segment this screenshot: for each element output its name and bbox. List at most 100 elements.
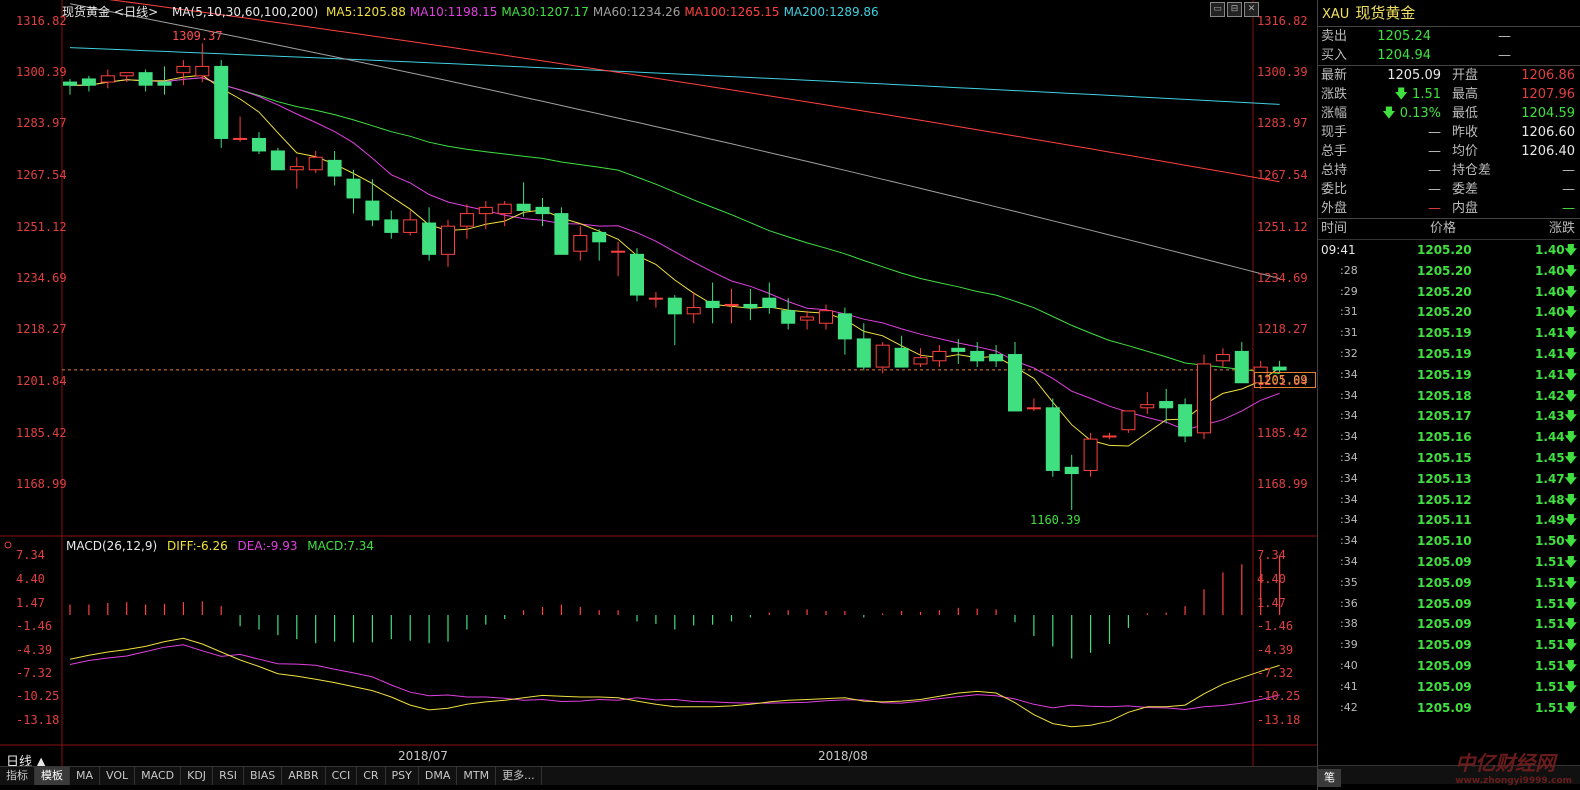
tick-price: 1205.15 — [1417, 450, 1472, 465]
candle-body — [516, 203, 531, 211]
sell-vol: — — [1498, 29, 1511, 44]
tick-price: 1205.09 — [1417, 700, 1472, 715]
tab-7[interactable]: BIAS — [244, 767, 283, 785]
ma100-line — [108, 0, 1280, 183]
tick-row: 09:41 1205.20 1.40🡇 — [1318, 240, 1580, 261]
price-axis-label: 1185.42 — [16, 426, 67, 440]
candle-body — [1178, 404, 1193, 437]
macd-axis-label: -13.18 — [1257, 713, 1301, 727]
tick-change: 1.47🡇 — [1535, 471, 1577, 486]
quote-label: 委比 — [1321, 182, 1348, 197]
macd-axis-label: 1.47 — [1257, 596, 1286, 610]
quote-label: 涨跌 — [1321, 87, 1348, 102]
quote-label: 内盘 — [1452, 201, 1479, 216]
macd-dea: DEA:-9.93 — [237, 539, 298, 553]
candle-body — [81, 78, 96, 86]
tab-9[interactable]: CCI — [326, 767, 358, 785]
minimize-icon[interactable]: ⊟ — [1227, 2, 1242, 17]
period-tag: <日线> — [114, 5, 159, 19]
tab-4[interactable]: MACD — [135, 767, 182, 785]
candle-body — [875, 344, 890, 368]
bid-ask-block: 卖出 1205.24 — 买入 1204.94 — — [1318, 27, 1580, 66]
price-axis-label: 1168.99 — [16, 477, 67, 491]
candle-body — [724, 303, 739, 306]
instrument-name: 现货黄金 — [1355, 4, 1416, 22]
quote-value: — — [1428, 125, 1441, 140]
tick-row: :38 1205.09 1.51🡇 — [1318, 614, 1580, 635]
macd-axis-label: 7.34 — [1257, 548, 1286, 562]
price-axis-label: 1316.82 — [1257, 14, 1308, 28]
quote-row: 总持 — 持仓差 — — [1318, 161, 1580, 180]
candle-body — [1083, 438, 1098, 471]
quote-row: 涨幅 🡇 0.13% 最低 1204.59 — [1318, 104, 1580, 123]
kline-chart-area[interactable]: 现货黄金 <日线> MA(5,10,30,60,100,200) MA5:1205… — [0, 0, 1317, 790]
tick-time: :35 — [1340, 575, 1358, 589]
candle-body — [554, 213, 569, 255]
macd-axis-label: -7.32 — [1257, 666, 1294, 680]
tick-change: 1.51🡇 — [1535, 575, 1577, 590]
price-axis-label: 1168.99 — [1257, 477, 1308, 491]
candle-body — [970, 350, 985, 362]
tab-13[interactable]: MTM — [457, 767, 497, 785]
candle-body — [252, 137, 266, 152]
quote-value: 1206.40 — [1521, 144, 1575, 159]
tick-change: 1.45🡇 — [1535, 450, 1577, 465]
candle-body — [837, 313, 852, 340]
candle-body — [1272, 366, 1287, 371]
tick-row: :34 1205.16 1.44🡇 — [1318, 427, 1580, 448]
tick-change: 1.48🡇 — [1535, 492, 1577, 507]
candle-body — [743, 303, 758, 309]
tick-time: :39 — [1340, 638, 1358, 652]
tick-list[interactable]: 09:41 1205.20 1.40🡇:28 1205.20 1.40🡇:29 1205.… — [1318, 240, 1580, 718]
sell-price: 1205.24 — [1377, 29, 1431, 44]
tab-12[interactable]: DMA — [419, 767, 458, 785]
instrument-title: 现货黄金 — [62, 5, 111, 19]
current-price-tag: 1205.09 — [1254, 372, 1316, 388]
tick-price: 1205.09 — [1417, 575, 1472, 590]
tab-1[interactable]: 模板 — [35, 767, 70, 785]
tab-8[interactable]: ARBR — [282, 767, 326, 785]
price-axis-label: 1316.82 — [16, 14, 67, 28]
tick-tab[interactable]: 笔 — [1318, 769, 1341, 787]
tab-0[interactable]: 指标 — [0, 767, 35, 785]
quote-value: — — [1562, 201, 1575, 216]
tick-row: :41 1205.09 1.51🡇 — [1318, 677, 1580, 698]
candle-body — [781, 310, 796, 324]
tick-price: 1205.09 — [1417, 638, 1472, 653]
price-axis-label: 1251.12 — [1257, 220, 1308, 234]
tick-time: :41 — [1340, 679, 1358, 693]
tick-change: 1.43🡇 — [1535, 409, 1577, 424]
high-annotation: 1309.37 — [172, 29, 223, 43]
tick-change: 1.40🡇 — [1535, 305, 1577, 320]
tick-row: :32 1205.19 1.41🡇 — [1318, 344, 1580, 365]
kline-chart[interactable] — [0, 0, 1317, 790]
candle-body — [1121, 410, 1136, 431]
tab-2[interactable]: MA — [70, 767, 101, 785]
price-axis-label: 1251.12 — [16, 220, 67, 234]
macd-title: MACD(26,12,9) — [66, 539, 158, 553]
tick-price: 1205.16 — [1417, 430, 1472, 445]
tick-change: 1.51🡇 — [1535, 638, 1577, 653]
tab-3[interactable]: VOL — [100, 767, 136, 785]
quote-row: 涨跌 🡇 1.51 最高 1207.96 — [1318, 85, 1580, 104]
candle-body — [667, 297, 682, 315]
candle-body — [195, 65, 210, 77]
tab-10[interactable]: CR — [357, 767, 386, 785]
tick-row: :29 1205.20 1.40🡇 — [1318, 282, 1580, 303]
tab-11[interactable]: PSY — [386, 767, 419, 785]
tab-6[interactable]: RSI — [213, 767, 244, 785]
candle-body — [119, 72, 134, 77]
tick-price: 1205.20 — [1417, 284, 1472, 299]
ma200-line — [69, 47, 1280, 105]
panel-title: XAU 现货黄金 — [1318, 0, 1580, 27]
quote-value: — — [1428, 163, 1441, 178]
tick-change: 1.51🡇 — [1535, 658, 1577, 673]
quote-row: 总手 — 均价 1206.40 — [1318, 142, 1580, 161]
tab-14[interactable]: 更多... — [496, 767, 542, 785]
tick-time: :34 — [1340, 492, 1358, 506]
tick-change: 1.40🡇 — [1535, 263, 1577, 278]
quote-stats: 最新 1205.09 开盘 1206.86 涨跌 🡇 1.51 最高 1207.96 涨幅 🡇 0… — [1318, 66, 1580, 219]
tick-row: :35 1205.09 1.51🡇 — [1318, 573, 1580, 594]
tab-5[interactable]: KDJ — [181, 767, 214, 785]
restore-icon[interactable]: ▭ — [1210, 2, 1225, 17]
